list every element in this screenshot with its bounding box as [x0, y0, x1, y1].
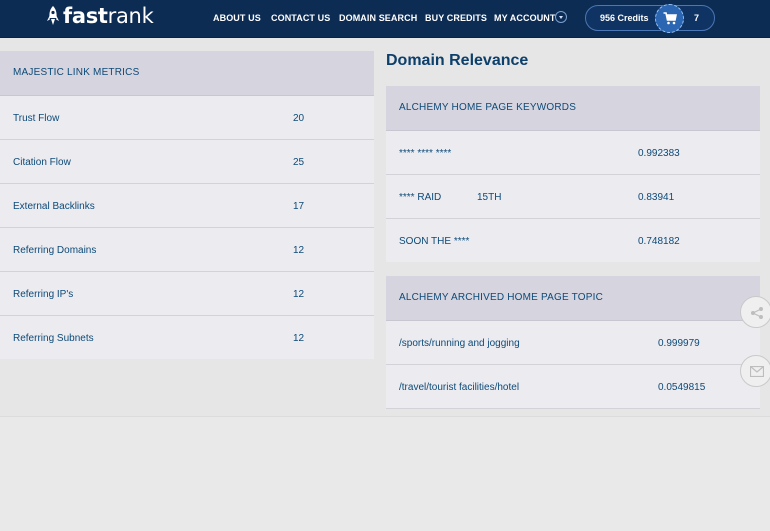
topics-panel: ALCHEMY ARCHIVED HOME PAGE TOPIC /sports…: [386, 276, 760, 409]
fastrank-logo[interactable]: fast rank: [46, 3, 154, 28]
topic-score: 0.999979: [658, 338, 700, 349]
topic-text: /sports/running and jogging: [399, 338, 520, 349]
metric-row: Citation Flow 25: [0, 140, 374, 184]
main-content: MAJESTIC LINK METRICS Trust Flow 20 Cita…: [0, 38, 770, 416]
keyword-score: 0.748182: [638, 236, 680, 247]
keyword-score: 0.83941: [638, 192, 675, 203]
share-button[interactable]: [740, 296, 770, 328]
majestic-header: MAJESTIC LINK METRICS: [0, 51, 374, 96]
topic-text: /travel/tourist facilities/hotel: [399, 382, 520, 393]
brand-bold: fast: [63, 3, 108, 28]
cart-button[interactable]: [655, 4, 684, 33]
metric-row: Referring Domains 12: [0, 228, 374, 272]
nav-my-account[interactable]: MY ACCOUNT: [494, 13, 556, 23]
topic-row: /travel/tourist facilities/hotel 0.05498…: [386, 365, 760, 409]
nav-domain-search[interactable]: DOMAIN SEARCH: [339, 13, 417, 23]
nav-buy-credits[interactable]: BUY CREDITS: [425, 13, 487, 23]
metric-label: Referring IP's: [13, 289, 74, 300]
cart-count: 7: [694, 13, 700, 23]
metric-row: External Backlinks 17: [0, 184, 374, 228]
metric-value: 12: [293, 245, 305, 256]
keywords-header: ALCHEMY HOME PAGE KEYWORDS: [386, 86, 760, 131]
keyword-text-extra: 15TH: [477, 192, 502, 203]
top-navbar: fast rank ABOUT US CONTACT US DOMAIN SEAR…: [0, 0, 770, 38]
metric-row: Trust Flow 20: [0, 96, 374, 140]
metric-label: External Backlinks: [13, 201, 95, 212]
keyword-row: **** **** **** 0.992383: [386, 131, 760, 175]
metric-row: Referring IP's 12: [0, 272, 374, 316]
keyword-text: SOON THE ****: [399, 236, 470, 247]
metric-value: 12: [293, 289, 305, 300]
metric-label: Citation Flow: [13, 157, 71, 168]
topic-row: /sports/running and jogging 0.999979: [386, 321, 760, 365]
metric-value: 20: [293, 113, 305, 124]
metric-value: 12: [293, 333, 305, 344]
mail-button[interactable]: [740, 355, 770, 387]
metric-row: Referring Subnets 12: [0, 316, 374, 359]
majestic-metrics-panel: MAJESTIC LINK METRICS Trust Flow 20 Cita…: [0, 51, 374, 359]
topics-header: ALCHEMY ARCHIVED HOME PAGE TOPIC: [386, 276, 760, 321]
page-footer-area: [0, 416, 770, 531]
mail-icon: [750, 366, 764, 377]
keyword-row: SOON THE **** 0.748182: [386, 219, 760, 262]
section-title: Domain Relevance: [386, 52, 529, 69]
chevron-down-icon[interactable]: [555, 11, 567, 23]
metric-value: 25: [293, 157, 305, 168]
brand-light: rank: [107, 3, 154, 28]
cart-icon: [663, 12, 677, 25]
brand-name: fast rank: [63, 3, 154, 28]
rocket-icon: [47, 6, 59, 25]
metric-label: Referring Domains: [13, 245, 97, 256]
metric-label: Trust Flow: [13, 113, 60, 124]
keyword-text: **** **** ****: [399, 148, 452, 159]
keyword-score: 0.992383: [638, 148, 680, 159]
nav-contact-us[interactable]: CONTACT US: [271, 13, 330, 23]
credits-balance: 956 Credits: [600, 13, 649, 23]
share-icon: [751, 307, 763, 319]
topic-score: 0.0549815: [658, 382, 706, 393]
keyword-row: **** RAID 15TH 0.83941: [386, 175, 760, 219]
keyword-text: **** RAID: [399, 192, 442, 203]
metric-value: 17: [293, 201, 305, 212]
keywords-panel: ALCHEMY HOME PAGE KEYWORDS **** **** ***…: [386, 86, 760, 262]
nav-about-us[interactable]: ABOUT US: [213, 13, 261, 23]
metric-label: Referring Subnets: [13, 333, 94, 344]
